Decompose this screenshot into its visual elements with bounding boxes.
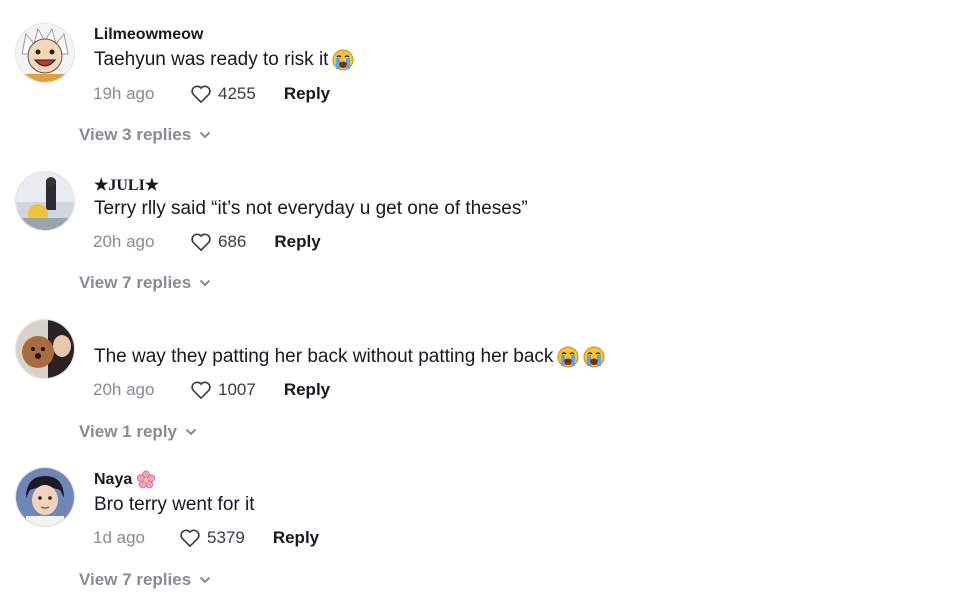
chevron-down-icon (199, 279, 211, 287)
comment-text-content: Taehyun was ready to risk it (94, 49, 329, 70)
view-replies-button[interactable]: View 1 reply (79, 422, 197, 442)
heart-icon (191, 381, 211, 399)
comment-timestamp: 20h ago (93, 232, 155, 251)
heart-icon (180, 529, 200, 547)
view-replies-button[interactable]: View 7 replies (79, 273, 211, 293)
comment-text: The way they patting her back without pa… (94, 346, 605, 368)
comment-meta: 19h ago 4255 Reply (93, 84, 330, 104)
comment-item: Naya Bro terry went for it 1d ago 5379 R… (0, 444, 960, 592)
like-count: 4255 (218, 84, 256, 103)
comment-item: The way they patting her back without pa… (0, 296, 960, 444)
comment-text: Taehyun was ready to risk it (94, 49, 354, 71)
user-avatar[interactable] (15, 467, 75, 527)
view-replies-button[interactable]: View 7 replies (79, 570, 211, 590)
chevron-down-icon (199, 131, 211, 139)
comment-username[interactable]: Lilmeowmeow (94, 26, 203, 44)
chevron-down-icon (185, 428, 197, 436)
like-button[interactable]: 4255 (190, 84, 284, 104)
comment-item: Lilmeowmeow Taehyun was ready to risk it… (0, 0, 960, 148)
like-count: 1007 (218, 380, 256, 399)
like-button[interactable]: 1007 (190, 380, 284, 400)
comment-meta: 20h ago 1007 Reply (93, 380, 330, 400)
like-count: 686 (218, 232, 247, 251)
reply-button[interactable]: Reply (284, 380, 330, 400)
user-avatar[interactable] (15, 319, 75, 379)
view-replies-label: View 7 replies (79, 570, 192, 589)
view-replies-label: View 1 reply (79, 422, 177, 441)
heart-icon (191, 85, 211, 103)
comment-text-content: The way they patting her back without pa… (94, 346, 554, 367)
reply-button[interactable]: Reply (274, 232, 320, 252)
loudly-crying-emoji-icon (557, 346, 579, 368)
user-avatar[interactable] (15, 171, 75, 231)
comment-timestamp: 1d ago (93, 528, 145, 547)
comment-username[interactable]: ★JULI★ (94, 175, 159, 195)
comment-text: Terry rlly said “it’s not everyday u get… (94, 198, 528, 220)
view-replies-label: View 7 replies (79, 273, 192, 292)
view-replies-button[interactable]: View 3 replies (79, 125, 211, 145)
comment-text: Bro terry went for it (94, 494, 255, 516)
reply-button[interactable]: Reply (273, 528, 319, 548)
comment-meta: 1d ago 5379 Reply (93, 528, 319, 548)
like-count: 5379 (207, 528, 245, 547)
loudly-crying-emoji-icon (332, 49, 354, 71)
comment-timestamp: 19h ago (93, 84, 155, 103)
loudly-crying-emoji-icon (583, 346, 605, 368)
chevron-down-icon (199, 576, 211, 584)
view-replies-label: View 3 replies (79, 125, 192, 144)
user-avatar[interactable] (15, 23, 75, 83)
comment-item: ★JULI★ Terry rlly said “it’s not everyda… (0, 148, 960, 296)
comment-username[interactable]: Naya (94, 470, 156, 490)
comment-username-label: Naya (94, 471, 133, 488)
heart-icon (191, 233, 211, 251)
cherry-blossom-icon (137, 470, 156, 489)
like-button[interactable]: 686 (190, 232, 274, 252)
like-button[interactable]: 5379 (179, 528, 273, 548)
comment-meta: 20h ago 686 Reply (93, 232, 321, 252)
comment-timestamp: 20h ago (93, 380, 155, 399)
comment-text-content: Terry rlly said “it’s not everyday u get… (94, 198, 528, 219)
reply-button[interactable]: Reply (284, 84, 330, 104)
comment-text-content: Bro terry went for it (94, 494, 255, 515)
